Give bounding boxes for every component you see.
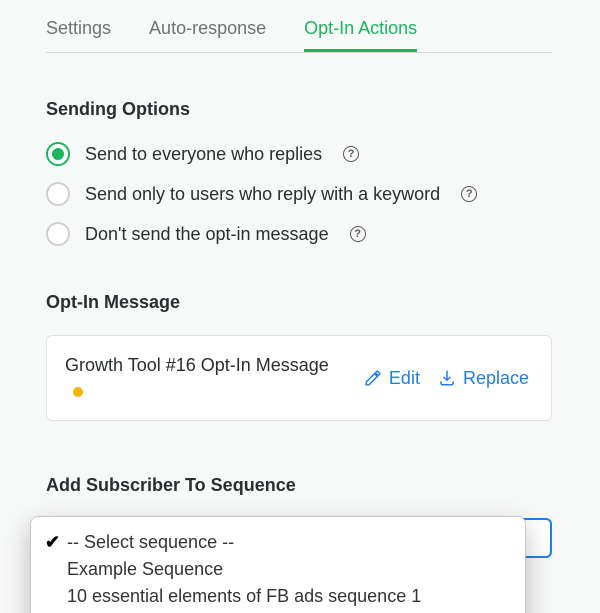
help-icon[interactable]: ? <box>350 226 366 242</box>
dropdown-item-label: Example Sequence <box>67 559 223 580</box>
tab-auto-response[interactable]: Auto-response <box>149 18 266 52</box>
pencil-icon <box>364 369 382 387</box>
sequence-dropdown: ✔ -- Select sequence -- Example Sequence… <box>30 516 526 613</box>
sending-option-2[interactable]: Don't send the opt-in message ? <box>46 222 552 246</box>
tab-opt-in-actions[interactable]: Opt-In Actions <box>304 18 417 52</box>
sending-option-1[interactable]: Send only to users who reply with a keyw… <box>46 182 552 206</box>
check-icon: ✔ <box>45 532 67 553</box>
sequence-select-wrap: ✔ -- Select sequence -- Example Sequence… <box>46 518 552 558</box>
radio-input[interactable] <box>46 142 70 166</box>
help-icon[interactable]: ? <box>461 186 477 202</box>
opt-in-message-name: Growth Tool #16 Opt-In Message <box>65 352 346 404</box>
dropdown-item-label: -- Select sequence -- <box>67 532 234 553</box>
radio-label: Send only to users who reply with a keyw… <box>85 184 440 205</box>
status-dot-icon <box>73 387 83 397</box>
opt-in-message-name-text: Growth Tool #16 Opt-In Message <box>65 355 329 375</box>
help-icon[interactable]: ? <box>343 146 359 162</box>
replace-button[interactable]: Replace <box>438 368 529 389</box>
radio-input[interactable] <box>46 182 70 206</box>
dropdown-item-label: 10 essential elements of FB ads sequence… <box>67 586 421 607</box>
radio-label: Send to everyone who replies <box>85 144 322 165</box>
dropdown-item-0[interactable]: ✔ -- Select sequence -- <box>31 529 525 556</box>
dropdown-item-1[interactable]: Example Sequence <box>31 556 525 583</box>
edit-button[interactable]: Edit <box>364 368 420 389</box>
add-subscriber-title: Add Subscriber To Sequence <box>46 475 552 496</box>
radio-input[interactable] <box>46 222 70 246</box>
opt-in-message-card: Growth Tool #16 Opt-In Message Edit Repl… <box>46 335 552 421</box>
replace-label: Replace <box>463 368 529 389</box>
tab-settings[interactable]: Settings <box>46 18 111 52</box>
sending-options-title: Sending Options <box>46 99 552 120</box>
download-icon <box>438 369 456 387</box>
opt-in-message-title: Opt-In Message <box>46 292 552 313</box>
tabs-bar: Settings Auto-response Opt-In Actions <box>46 0 552 53</box>
radio-label: Don't send the opt-in message <box>85 224 329 245</box>
edit-label: Edit <box>389 368 420 389</box>
dropdown-item-2[interactable]: 10 essential elements of FB ads sequence… <box>31 583 525 610</box>
sending-option-0[interactable]: Send to everyone who replies ? <box>46 142 552 166</box>
